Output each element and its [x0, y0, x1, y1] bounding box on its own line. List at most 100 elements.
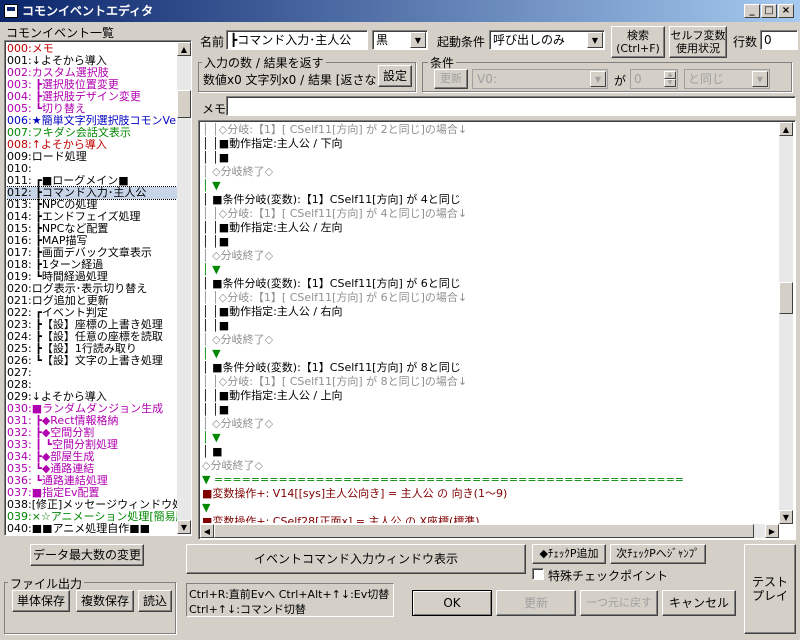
- close-icon[interactable]: ×: [778, 4, 794, 18]
- scroll-down-icon[interactable]: ▼: [779, 510, 793, 524]
- scroll-thumb[interactable]: [779, 282, 793, 314]
- event-list-item[interactable]: 029:↓よそから導入: [7, 391, 177, 403]
- command-line[interactable]: │ ◇分岐終了◇: [202, 417, 778, 431]
- event-list-item[interactable]: 021:ログ追加と更新: [7, 295, 177, 307]
- event-list-item[interactable]: 036: ┗通路連結処理: [7, 475, 177, 487]
- chevron-down-icon[interactable]: ▼: [410, 32, 426, 48]
- event-list-scrollbar[interactable]: ▲ ▼: [177, 42, 191, 534]
- command-vertical-scrollbar[interactable]: ▲ ▼: [779, 122, 793, 524]
- command-line[interactable]: │ ▼: [202, 431, 778, 445]
- event-list-item[interactable]: 008:↑よそから導入: [7, 139, 177, 151]
- load-button[interactable]: 読込: [138, 590, 172, 612]
- single-save-button[interactable]: 単体保存: [12, 590, 70, 612]
- command-line[interactable]: ▼ ======================================…: [202, 473, 778, 487]
- event-list-item[interactable]: 031: ┣◆Rect情報格納: [7, 415, 177, 427]
- condition-update-button[interactable]: 更新: [434, 69, 468, 89]
- event-list-item[interactable]: 004: ┣選択肢デザイン変更: [7, 91, 177, 103]
- command-input-window-button[interactable]: イベントコマンド入力ウィンドウ表示: [186, 544, 526, 574]
- scroll-thumb[interactable]: [214, 524, 754, 538]
- event-list-item[interactable]: 027:: [7, 367, 177, 379]
- command-line[interactable]: │ │■動作指定:主人公 / 右向: [202, 305, 778, 319]
- special-checkpoint-checkbox[interactable]: [532, 568, 544, 580]
- event-list-item[interactable]: 012: ┣コマンド入力･主人公: [7, 186, 177, 200]
- event-name-field[interactable]: ┣コマンド入力･主人公: [226, 30, 368, 50]
- command-line[interactable]: │ │■: [202, 151, 778, 165]
- command-line[interactable]: │ │◇分岐:【1】[ CSelf11[方向] が 4と同じ]の場合↓: [202, 207, 778, 221]
- event-list-item[interactable]: 013: ┣NPCの処理: [7, 199, 177, 211]
- command-line[interactable]: │ ■条件分岐(変数):【1】CSelf11[方向] が 8と同じ: [202, 361, 778, 375]
- command-line[interactable]: │ │■: [202, 235, 778, 249]
- event-list-item[interactable]: 007:フキダシ会話文表示: [7, 127, 177, 139]
- event-list-item[interactable]: 018: ┣1ターン経過: [7, 259, 177, 271]
- command-line[interactable]: │ ▼: [202, 347, 778, 361]
- event-list-item[interactable]: 030:■ランダムダンジョン生成: [7, 403, 177, 415]
- update-button[interactable]: 更新: [496, 590, 576, 616]
- event-list-item[interactable]: 035: ┗◆通路連結: [7, 463, 177, 475]
- event-list-item[interactable]: 019: ┗時間経過処理: [7, 271, 177, 283]
- command-line[interactable]: │ │◇分岐:【1】[ CSelf11[方向] が 8と同じ]の場合↓: [202, 375, 778, 389]
- command-line[interactable]: │ │◇分岐:【1】[ CSelf11[方向] が 6と同じ]の場合↓: [202, 291, 778, 305]
- event-list-item[interactable]: 017: ┣画面デバック文章表示: [7, 247, 177, 259]
- trigger-select[interactable]: 呼び出しのみ ▼: [489, 30, 605, 50]
- command-line[interactable]: ■変数操作+: V14[[sys]主人公向き] = 主人公 の 向き(1～9): [202, 487, 778, 501]
- event-list-item[interactable]: 034: ┣◆部屋生成: [7, 451, 177, 463]
- command-line[interactable]: │ ▼: [202, 179, 778, 193]
- event-list-item[interactable]: 005: ┗切り替え: [7, 103, 177, 115]
- test-play-button[interactable]: テスト プレイ: [744, 544, 796, 634]
- event-list-item[interactable]: 003: ┣選択肢位置変更: [7, 79, 177, 91]
- maximize-icon[interactable]: □: [761, 4, 777, 18]
- cancel-button[interactable]: キャンセル: [662, 590, 736, 616]
- event-list-item[interactable]: 020:ログ表示･表示切り替え: [7, 283, 177, 295]
- command-line[interactable]: │ ◇分岐終了◇: [202, 333, 778, 347]
- command-line[interactable]: │ ■条件分岐(変数):【1】CSelf11[方向] が 4と同じ: [202, 193, 778, 207]
- command-line[interactable]: │ │◇分岐:【1】[ CSelf11[方向] が 2と同じ]の場合↓: [202, 123, 778, 137]
- command-line[interactable]: ◇分岐終了◇: [202, 459, 778, 473]
- command-horizontal-scrollbar[interactable]: ◀ ▶: [200, 524, 779, 538]
- command-line[interactable]: │ ■条件分岐(変数):【1】CSelf11[方向] が 6と同じ: [202, 277, 778, 291]
- search-button[interactable]: 検索 (Ctrl+F): [611, 26, 665, 58]
- io-settings-button[interactable]: 設定: [378, 65, 412, 87]
- chevron-down-icon[interactable]: ▼: [752, 71, 768, 87]
- event-list-item[interactable]: 028:: [7, 379, 177, 391]
- event-list-item[interactable]: 015: ┣NPCなど配置: [7, 223, 177, 235]
- max-data-change-button[interactable]: データ最大数の変更: [30, 544, 144, 566]
- event-list-item[interactable]: 033: ┃ ┗空間分割処理: [7, 439, 177, 451]
- scroll-up-icon[interactable]: ▲: [779, 122, 793, 136]
- event-list-item[interactable]: 001:↓よそから導入: [7, 55, 177, 67]
- scroll-down-icon[interactable]: ▼: [177, 520, 191, 534]
- scroll-thumb[interactable]: [177, 90, 191, 118]
- command-line[interactable]: │ ◇分岐終了◇: [202, 165, 778, 179]
- minimize-icon[interactable]: _: [744, 4, 760, 18]
- lines-field[interactable]: 0: [760, 30, 798, 50]
- command-line[interactable]: │ │■: [202, 403, 778, 417]
- event-list-item[interactable]: 025: ┣【設】1行読み取り: [7, 343, 177, 355]
- ok-button[interactable]: OK: [412, 590, 492, 616]
- scroll-right-icon[interactable]: ▶: [765, 524, 779, 538]
- condition-variable-select[interactable]: V0: ▼: [472, 69, 608, 89]
- event-list-item[interactable]: 009:ロード処理: [7, 151, 177, 163]
- event-list-item[interactable]: 038:[修正]メッセージウィンドウ処理: [7, 499, 177, 511]
- condition-operator-select[interactable]: と同じ ▼: [684, 69, 770, 89]
- event-list-item[interactable]: 014: ┣エンドフェイズ処理: [7, 211, 177, 223]
- event-list-item[interactable]: 040:■■アニメ処理自作■■: [7, 523, 177, 533]
- event-list-item[interactable]: 022: ┏イベント判定: [7, 307, 177, 319]
- event-list-item[interactable]: 000:メモ: [7, 43, 177, 55]
- memo-field[interactable]: [226, 96, 796, 116]
- scroll-left-icon[interactable]: ◀: [200, 524, 214, 538]
- command-line[interactable]: │ ■: [202, 445, 778, 459]
- command-line[interactable]: ▼: [202, 501, 778, 515]
- event-list-item[interactable]: 039:×☆アニメーション処理[簡易版]: [7, 511, 177, 523]
- chevron-down-icon[interactable]: ▼: [590, 71, 606, 87]
- condition-value-spinner[interactable]: 0 ▲ ▼: [630, 69, 678, 89]
- event-list-item[interactable]: 006:★簡単文字列選択肢コモンVer: [7, 115, 177, 127]
- command-line[interactable]: │ ◇分岐終了◇: [202, 249, 778, 263]
- multi-save-button[interactable]: 複数保存: [76, 590, 134, 612]
- spin-up-icon[interactable]: ▲: [664, 71, 676, 79]
- scroll-up-icon[interactable]: ▲: [177, 42, 191, 56]
- event-list-item[interactable]: 032: ┣◆空間分割: [7, 427, 177, 439]
- command-line[interactable]: ■変数操作+: CSelf28[正面x] = 主人公 の X座標(標準): [202, 515, 778, 523]
- undo-button[interactable]: 一つ元に戻す: [580, 590, 658, 616]
- event-list-item[interactable]: 037:■指定Ev配置: [7, 487, 177, 499]
- next-checkpoint-button[interactable]: 次ﾁｪｯｸPへｼﾞｬﾝﾌﾟ: [610, 544, 706, 564]
- chevron-down-icon[interactable]: ▼: [587, 32, 603, 48]
